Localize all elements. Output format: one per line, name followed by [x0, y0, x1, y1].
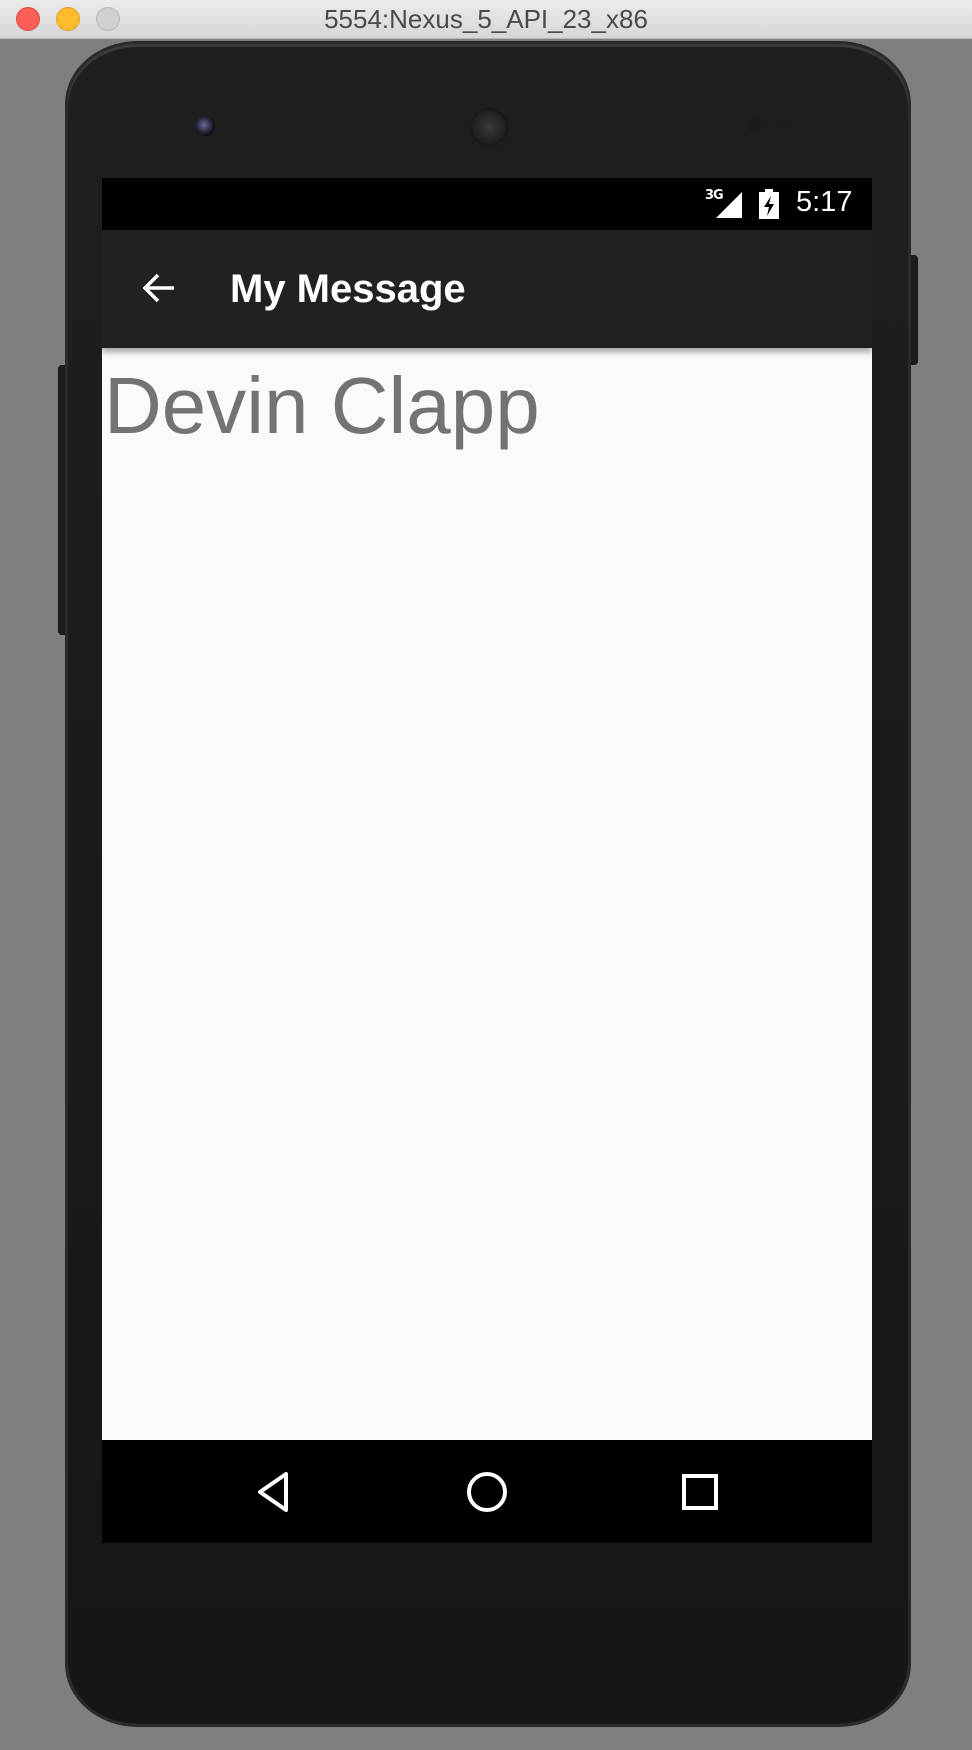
- signal-icon: [716, 192, 742, 218]
- circle-home-icon: [467, 1472, 507, 1512]
- battery-charging-icon: [759, 189, 779, 219]
- app-toolbar: My Message: [102, 230, 872, 348]
- toolbar-title: My Message: [230, 267, 466, 311]
- navigation-bar: [102, 1440, 872, 1543]
- status-bar: 3G 5:17: [102, 178, 872, 230]
- status-time: 5:17: [796, 186, 853, 218]
- window-titlebar: 5554:Nexus_5_API_23_x86: [0, 0, 972, 39]
- message-content: Devin Clapp: [102, 348, 872, 1440]
- arrow-back-icon: [142, 273, 174, 303]
- light-sensor-icon: [780, 121, 788, 129]
- triangle-back-icon: [258, 1472, 288, 1512]
- nav-recents-button[interactable]: [670, 1462, 730, 1522]
- earpiece-speaker-icon: [470, 108, 508, 146]
- emulator-window: 5554:Nexus_5_API_23_x86 3G 5:17 My Messa…: [0, 0, 972, 1750]
- front-camera-icon: [195, 116, 215, 136]
- window-title: 5554:Nexus_5_API_23_x86: [324, 4, 648, 34]
- toolbar-back-button[interactable]: [124, 253, 194, 323]
- device-screen: 3G 5:17 My Message Devin Clapp: [102, 178, 872, 1543]
- nav-back-button[interactable]: [244, 1462, 304, 1522]
- nav-home-button[interactable]: [457, 1462, 517, 1522]
- contact-name: Devin Clapp: [104, 361, 540, 450]
- proximity-sensor-icon: [748, 118, 762, 132]
- square-recents-icon: [682, 1474, 718, 1510]
